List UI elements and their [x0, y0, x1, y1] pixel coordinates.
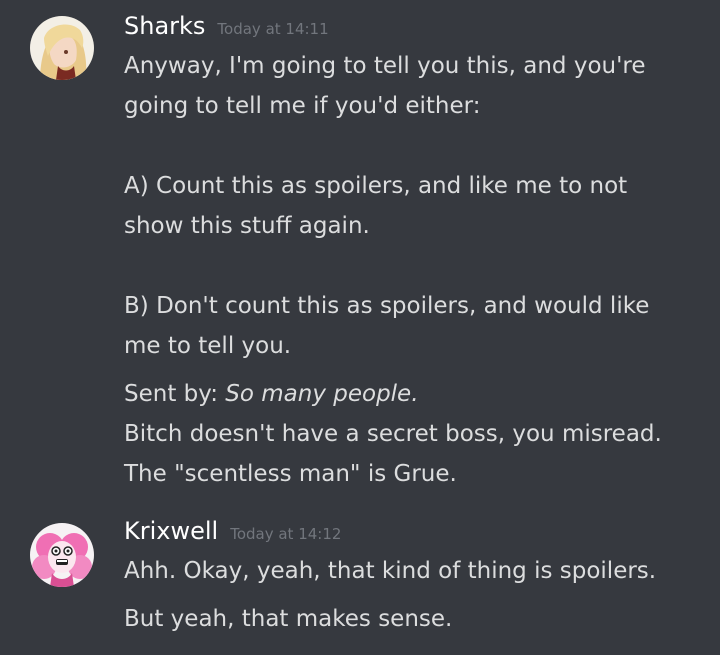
message-text: Sent by: So many people.	[124, 374, 710, 414]
chat-window: Sharks Today at 14:11 Anyway, I'm going …	[0, 0, 720, 655]
timestamp[interactable]: Today at 14:12	[230, 525, 341, 543]
message-text: Ahh. Okay, yeah, that kind of thing is s…	[124, 558, 657, 584]
sent-by-label: Sent by:	[124, 381, 226, 407]
message-text: going to tell me if you'd either:	[124, 93, 481, 119]
message-text: me to tell you.	[124, 333, 292, 359]
pink-cartoon-character-icon	[30, 523, 94, 587]
message-text: B) Don't count this as spoilers, and wou…	[124, 293, 650, 319]
message-text: Bitch doesn't have a secret boss, you mi…	[124, 421, 662, 447]
message-text: A) Count this as spoilers, and like me t…	[124, 173, 628, 199]
message-content: Krixwell Today at 14:12 Ahh. Okay, yeah,…	[124, 517, 710, 639]
avatar[interactable]	[30, 523, 94, 587]
username[interactable]: Sharks	[124, 12, 205, 40]
message-text: But yeah, that makes sense.	[124, 606, 453, 632]
message-text: The "scentless man" is Grue.	[124, 461, 457, 487]
message-header: Krixwell Today at 14:12	[124, 517, 710, 551]
username[interactable]: Krixwell	[124, 517, 218, 545]
message-content: Sharks Today at 14:11 Anyway, I'm going …	[124, 12, 710, 494]
blonde-anime-character-icon	[30, 16, 94, 80]
message-text: show this stuff again.	[124, 213, 370, 239]
timestamp[interactable]: Today at 14:11	[217, 20, 328, 38]
message-text: Anyway, I'm going to tell you this, and …	[124, 53, 646, 79]
message-header: Sharks Today at 14:11	[124, 12, 710, 46]
sent-by-value: So many people.	[225, 381, 419, 407]
avatar[interactable]	[30, 16, 94, 80]
